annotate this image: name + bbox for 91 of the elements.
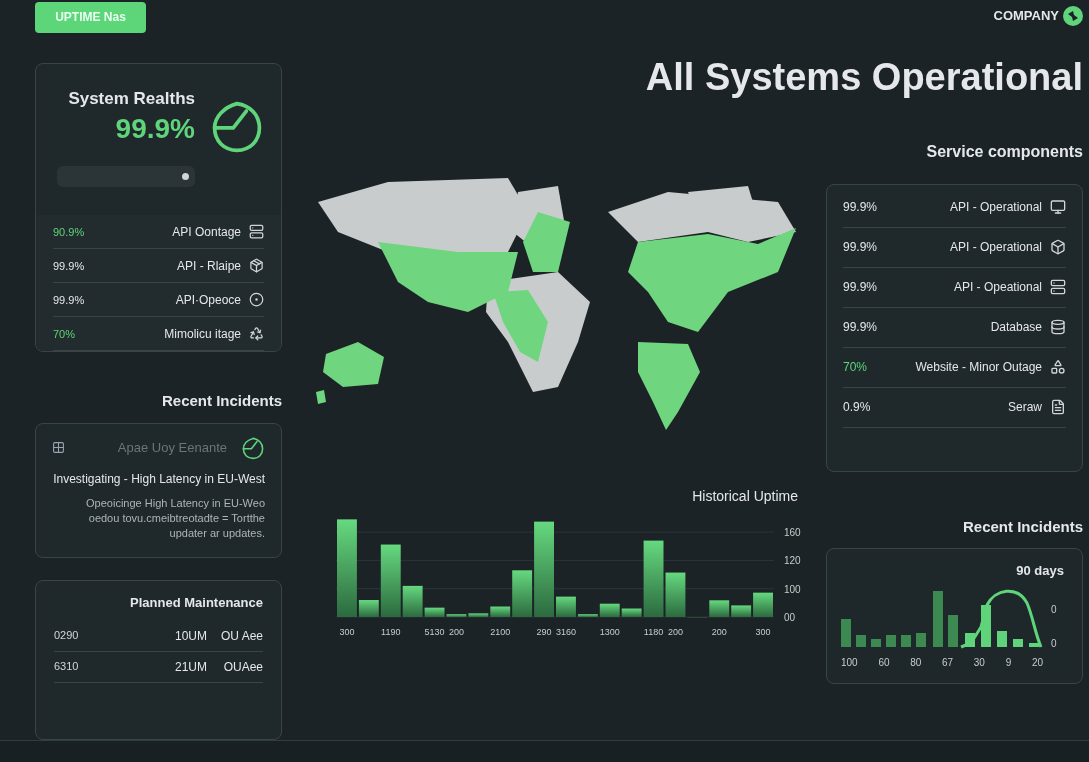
component-name: API - Operational	[949, 239, 1042, 256]
section-heading: Recent Incidents	[962, 516, 1083, 537]
company-name: COMPANY	[993, 7, 1059, 26]
bar	[933, 590, 943, 647]
axis-tick-label: 0	[1051, 604, 1057, 615]
axis-tick-label: 1300	[599, 626, 620, 637]
bar	[1013, 638, 1023, 647]
chart-title: Historical Uptime	[692, 486, 799, 506]
uptime-value: 99.9%	[843, 319, 878, 336]
axis-tick-label: 2100	[490, 626, 511, 637]
axis-tick-label: 60	[878, 655, 890, 670]
axis-tick-label: 67	[942, 655, 954, 670]
incident-description: Opeoicinge High Latency in EU-Weo oedou tovu.cmeibtreotadte = Tortthe updater ar updates.	[85, 496, 265, 541]
recycle-icon	[249, 326, 264, 342]
bar	[886, 634, 896, 647]
box-icon	[1050, 239, 1066, 255]
health-percentage: 99.9%	[115, 112, 195, 147]
logo-icon	[1063, 6, 1083, 26]
server-icon	[249, 224, 264, 240]
monitor-icon	[1050, 199, 1066, 215]
axis-tick-label: 300	[339, 626, 355, 637]
bar	[856, 634, 866, 647]
package-icon	[249, 258, 264, 274]
card-title: Planned Maintenance	[130, 594, 263, 612]
period-label: 90 days	[1016, 562, 1065, 580]
bar	[1029, 642, 1039, 647]
page-title: All Systems Operational	[645, 55, 1083, 100]
bar	[841, 618, 851, 647]
axis-tick-label: 160	[784, 526, 801, 538]
bar	[948, 614, 958, 647]
axis-tick-label: 300	[755, 626, 771, 637]
circle-icon	[249, 292, 264, 308]
component-name: Website - Minor Outage	[915, 359, 1042, 376]
component-name: API - Rlaipe	[176, 258, 241, 275]
uptime-value: 99.9%	[843, 279, 878, 296]
component-name: API - Operational	[949, 199, 1042, 216]
component-name: Mimolicu itage	[164, 326, 241, 343]
axis-tick-label: 100	[784, 583, 801, 595]
component-name: API Oontage	[172, 224, 241, 241]
axis-tick-label: 290	[536, 626, 552, 637]
server-icon	[1050, 279, 1066, 295]
uptime-value: 99.9%	[53, 258, 85, 274]
section-heading: Service components	[926, 141, 1083, 162]
table-cell-text: 21UM	[175, 658, 207, 676]
uptime-value: 70%	[843, 359, 868, 376]
incident-title: Investigating - High Latency in EU-West	[52, 471, 265, 488]
table-cell-text: 10UM	[175, 627, 207, 645]
card-title: System Realths	[68, 87, 195, 110]
axis-tick-label: 00	[784, 611, 796, 623]
axis-tick-label: 30	[973, 655, 985, 670]
axis-tick-label: 200	[711, 626, 727, 637]
uptime-value: 90.9%	[53, 224, 85, 240]
section-heading: Recent Incidents	[161, 391, 282, 412]
grid-icon	[52, 441, 65, 455]
component-name: API·Opeoce	[175, 292, 241, 309]
bar	[871, 638, 881, 647]
bar	[916, 632, 926, 647]
table-cell-text: OU Aee	[219, 627, 263, 645]
axis-tick-label: 3160	[555, 626, 576, 637]
uptime-value: 99.9%	[53, 292, 85, 308]
component-name: Database	[990, 319, 1042, 336]
component-name: API - Opeational	[953, 279, 1042, 296]
axis-tick-label: 20	[1031, 655, 1043, 670]
table-cell-text: 6310	[54, 659, 79, 675]
uptime-button[interactable]: UPTIME Nas	[35, 2, 146, 33]
table-cell-text: 0290	[54, 628, 79, 644]
file-icon	[1050, 399, 1066, 415]
axis-tick-label: 5130	[424, 626, 445, 637]
uptime-value: 0.9%	[843, 399, 871, 416]
component-name: Seraw	[1008, 399, 1042, 416]
shapes-icon	[1050, 359, 1066, 375]
axis-tick-label: 200	[667, 626, 683, 637]
table-cell-text: OUAee	[222, 658, 263, 676]
uptime-value: 99.9%	[843, 199, 878, 216]
axis-tick-label: 9	[1005, 655, 1012, 670]
axis-tick-label: 1190	[381, 626, 401, 637]
bar	[981, 604, 991, 647]
uptime-value: 99.9%	[843, 239, 878, 256]
axis-tick-label: 1180	[643, 626, 664, 637]
axis-tick-label: 100	[841, 655, 858, 670]
gauge-icon	[241, 436, 265, 460]
axis-tick-label: 120	[784, 554, 801, 566]
bar	[901, 634, 911, 647]
incident-source: Apae Uoy Eenante	[117, 439, 227, 458]
axis-tick-label: 200	[448, 626, 464, 637]
axis-tick-label: 80	[910, 655, 922, 670]
uptime-value: 70%	[53, 326, 76, 342]
bar	[965, 632, 975, 647]
axis-tick-label: 0	[1051, 638, 1057, 649]
database-icon	[1050, 319, 1066, 335]
bar	[997, 630, 1007, 647]
